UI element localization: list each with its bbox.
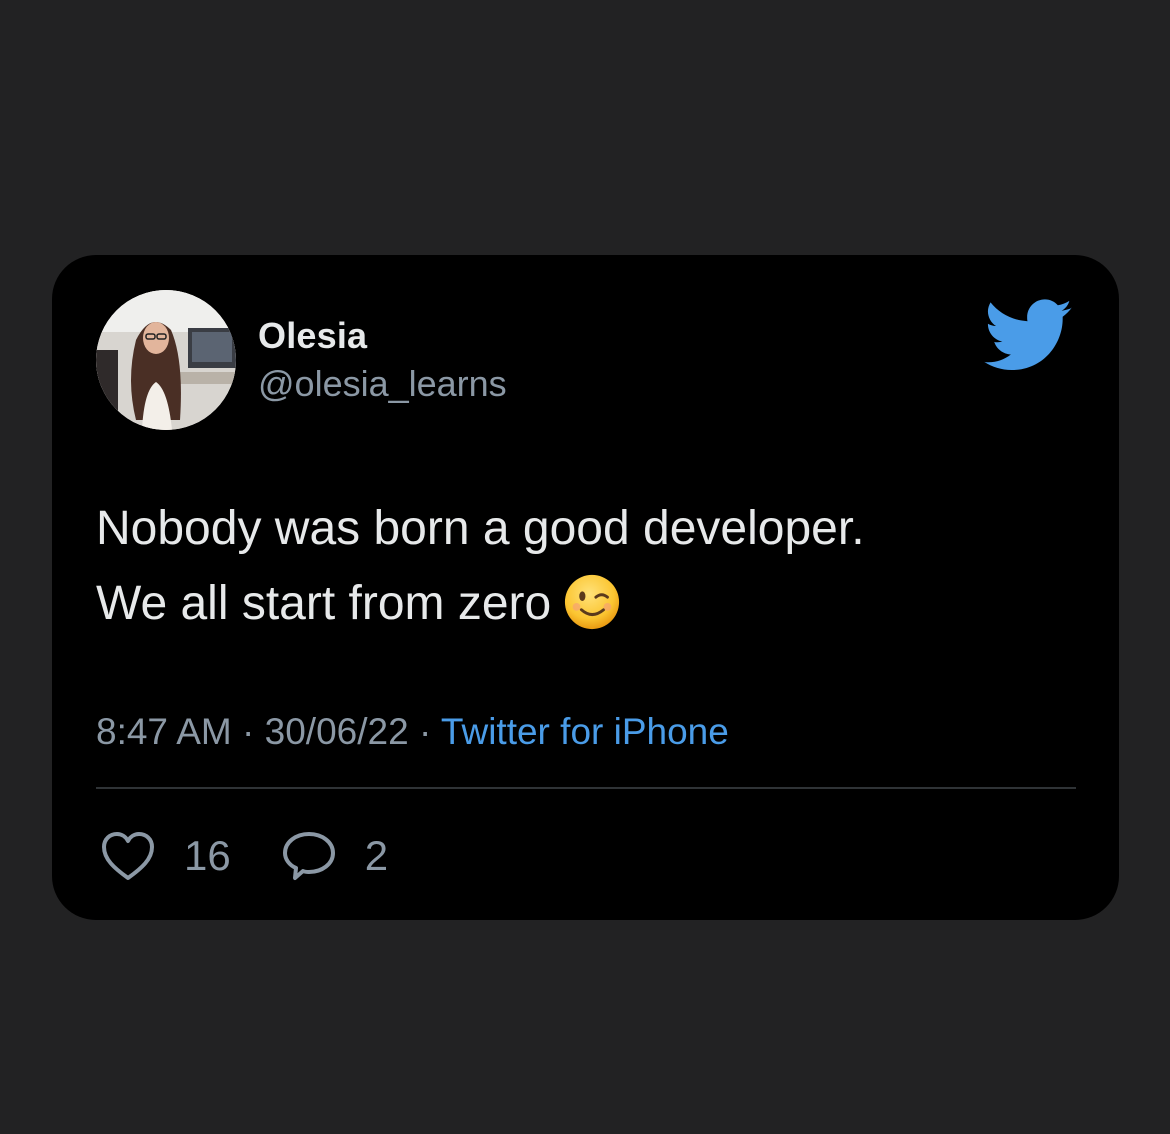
meta-separator: · (242, 711, 255, 752)
reply-button[interactable]: 2 (281, 830, 388, 882)
like-button[interactable]: 16 (100, 830, 231, 882)
tweet-meta: 8:47 AM · 30/06/22 · Twitter for iPhone (96, 711, 729, 753)
avatar[interactable] (96, 290, 236, 430)
winking-face-emoji-icon (565, 575, 620, 630)
meta-separator: · (418, 711, 432, 752)
heart-icon (102, 832, 154, 880)
tweet-text: Nobody was born a good developer. We all… (96, 491, 1076, 641)
tweet-source-link[interactable]: Twitter for iPhone (441, 711, 729, 752)
reply-count: 2 (364, 832, 389, 879)
tweet-actions: 16 2 (100, 830, 388, 882)
author-display-name[interactable]: Olesia (258, 315, 367, 357)
tweet-time[interactable]: 8:47 AM (96, 711, 232, 752)
divider (96, 787, 1076, 789)
avatar-photo (96, 290, 236, 430)
like-count: 16 (184, 832, 231, 879)
author-handle[interactable]: @olesia_learns (258, 363, 507, 405)
twitter-bird-icon (984, 299, 1072, 371)
tweet-card: Olesia @olesia_learns Nobody was born a … (52, 255, 1119, 920)
tweet-date[interactable]: 30/06/22 (265, 711, 409, 752)
tweet-body: Nobody was born a good developer. We all… (96, 502, 865, 630)
comment-bubble-icon (282, 832, 335, 880)
